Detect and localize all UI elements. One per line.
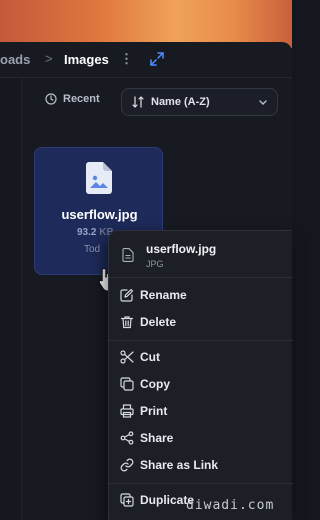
edit-icon [120, 288, 134, 302]
path-bar: oads > Images ⋮ [0, 42, 292, 78]
recent-button[interactable]: Recent [45, 93, 100, 105]
menu-item-share[interactable]: Share [109, 426, 293, 450]
printer-icon [120, 404, 134, 418]
recent-label: Recent [63, 93, 100, 105]
image-file-icon [86, 162, 112, 194]
expand-icon[interactable] [150, 52, 164, 66]
clock-icon [45, 93, 57, 105]
context-menu-title: userflow.jpg [146, 242, 217, 256]
file-date: Tod [84, 244, 101, 255]
share-icon [120, 431, 134, 445]
menu-item-share-link[interactable]: Share as Link [109, 453, 293, 477]
watermark: diwadi.com [186, 498, 275, 513]
menu-item-label: Share [140, 431, 174, 445]
menu-item-label: Copy [140, 377, 170, 391]
scissors-icon [120, 350, 134, 364]
menu-item-copy[interactable]: Copy [109, 372, 293, 396]
file-name: userflow.jpg [61, 207, 138, 222]
desktop-wallpaper [0, 0, 292, 48]
file-size-value: 93.2 [77, 227, 97, 238]
menu-item-label: Cut [140, 350, 160, 364]
menu-item-print[interactable]: Print [109, 399, 293, 423]
menu-item-delete[interactable]: Delete [109, 310, 293, 334]
breadcrumb-current[interactable]: Images [64, 52, 109, 67]
menu-item-label: Rename [140, 288, 187, 302]
menu-item-rename[interactable]: Rename [109, 283, 293, 307]
sort-label: Name (A-Z) [151, 96, 210, 108]
menu-item-label: Print [140, 404, 168, 418]
sort-dropdown[interactable]: Name (A-Z) [121, 88, 278, 116]
duplicate-icon [120, 493, 134, 507]
sidebar-edge [0, 78, 22, 520]
menu-divider [109, 340, 293, 341]
more-options-icon[interactable]: ⋮ [120, 51, 133, 67]
menu-item-label: Delete [140, 315, 177, 329]
copy-icon [120, 377, 134, 391]
menu-item-label: Share as Link [140, 458, 219, 472]
context-menu: userflow.jpg JPG Rename Delete Cut Copy … [108, 230, 293, 520]
link-icon [120, 458, 134, 472]
trash-icon [120, 316, 134, 329]
menu-item-cut[interactable]: Cut [109, 345, 293, 369]
sort-icon [132, 96, 144, 108]
breadcrumb-separator: > [45, 51, 53, 66]
context-menu-header: userflow.jpg JPG [109, 231, 293, 277]
menu-divider [109, 277, 293, 278]
breadcrumb-previous[interactable]: oads [0, 52, 30, 67]
context-menu-subtitle: JPG [146, 259, 164, 269]
menu-divider [109, 483, 293, 484]
document-icon [122, 248, 134, 262]
chevron-down-icon [259, 100, 267, 105]
